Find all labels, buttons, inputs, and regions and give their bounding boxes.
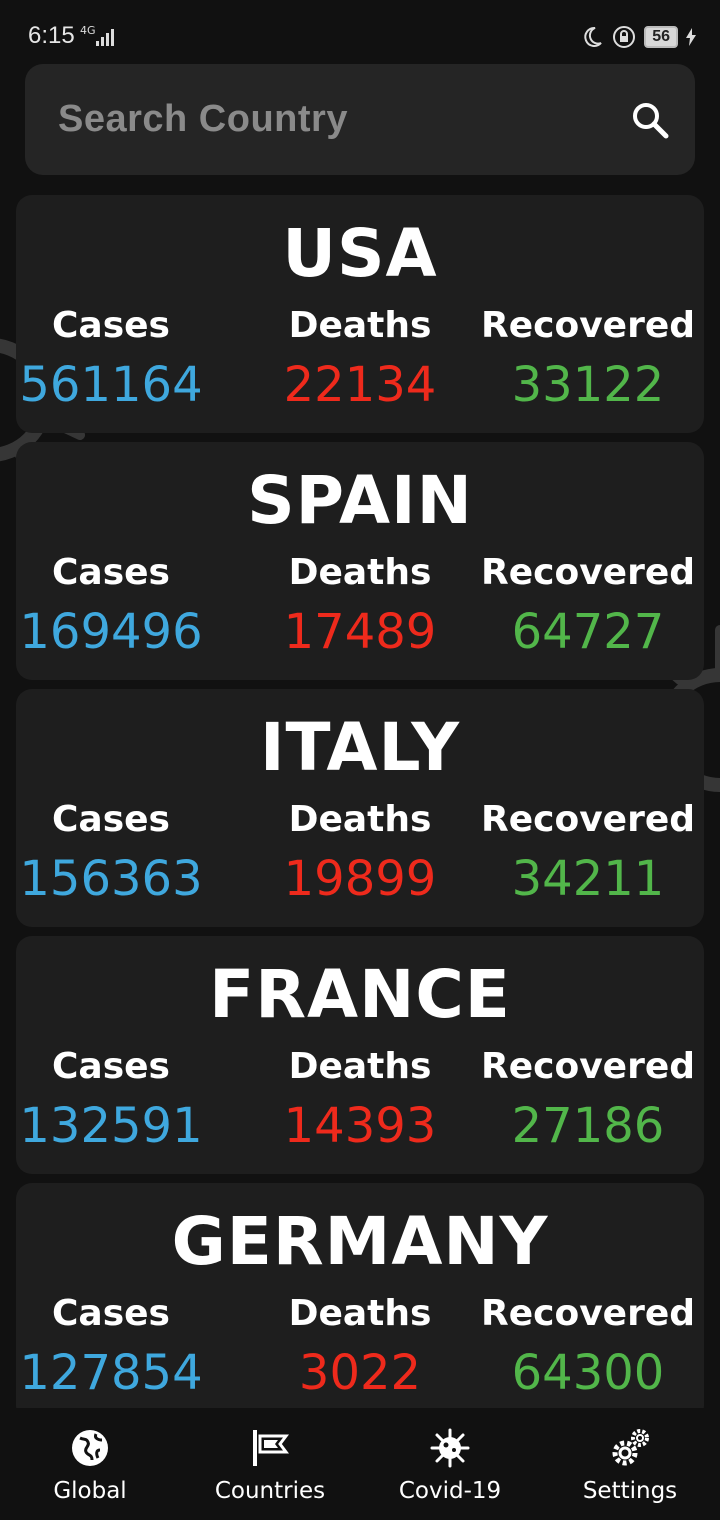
country-card[interactable]: SPAIN Cases Deaths Recovered 169496 1748… — [16, 442, 704, 680]
charging-icon — [686, 28, 696, 46]
nav-label: Countries — [214, 1478, 326, 1504]
signal-icon — [96, 29, 114, 46]
virus-icon — [430, 1428, 470, 1468]
recovered-value: 64300 — [511, 1345, 665, 1401]
nav-label: Covid-19 — [398, 1478, 502, 1504]
deaths-label: Deaths — [288, 1046, 432, 1087]
nav-global[interactable]: Global — [0, 1408, 180, 1520]
country-list[interactable]: USA Cases Deaths Recovered 561164 22134 … — [16, 195, 704, 1408]
deaths-label: Deaths — [288, 799, 432, 840]
deaths-value: 3022 — [298, 1345, 422, 1401]
cases-value: 156363 — [19, 851, 203, 907]
status-right: 56 — [580, 24, 696, 50]
gears-icon — [612, 1429, 649, 1466]
country-name: ITALY — [259, 709, 461, 786]
search-bar[interactable]: Search Country — [25, 64, 695, 175]
deaths-value: 22134 — [283, 357, 437, 413]
country-card[interactable]: GERMANY Cases Deaths Recovered 127854 30… — [16, 1183, 704, 1408]
cases-label: Cases — [52, 1046, 170, 1087]
recovered-label: Recovered — [480, 305, 696, 346]
nav-settings[interactable]: Settings — [540, 1408, 720, 1520]
country-card[interactable]: FRANCE Cases Deaths Recovered 132591 143… — [16, 936, 704, 1174]
moon-icon — [584, 26, 602, 47]
nav-label: Global — [53, 1478, 127, 1504]
recovered-value: 33122 — [511, 357, 665, 413]
recovered-value: 64727 — [511, 604, 665, 660]
recovered-label: Recovered — [480, 1293, 696, 1334]
cases-value: 169496 — [19, 604, 203, 660]
cases-label: Cases — [52, 1293, 170, 1334]
country-name: USA — [282, 215, 438, 292]
globe-icon — [72, 1430, 108, 1466]
recovered-label: Recovered — [480, 552, 696, 593]
cases-label: Cases — [52, 305, 170, 346]
country-card[interactable]: ITALY Cases Deaths Recovered 156363 1989… — [16, 689, 704, 927]
nav-countries[interactable]: Countries — [180, 1408, 360, 1520]
country-card[interactable]: USA Cases Deaths Recovered 561164 22134 … — [16, 195, 704, 433]
search-icon[interactable] — [631, 101, 669, 139]
cases-label: Cases — [52, 799, 170, 840]
recovered-label: Recovered — [480, 799, 696, 840]
flag-icon — [253, 1430, 289, 1466]
deaths-value: 19899 — [283, 851, 437, 907]
deaths-label: Deaths — [288, 552, 432, 593]
battery-level: 56 — [644, 26, 678, 48]
status-time: 6:15 — [28, 22, 75, 49]
recovered-value: 27186 — [511, 1098, 665, 1154]
bottom-nav: Global Countries Covid-19 Settings — [0, 1408, 720, 1520]
recovered-label: Recovered — [480, 1046, 696, 1087]
cases-value: 561164 — [19, 357, 203, 413]
deaths-label: Deaths — [288, 1293, 432, 1334]
nav-covid[interactable]: Covid-19 — [360, 1408, 540, 1520]
cases-value: 127854 — [19, 1345, 203, 1401]
deaths-value: 17489 — [283, 604, 437, 660]
deaths-label: Deaths — [288, 305, 432, 346]
nav-label: Settings — [582, 1478, 678, 1504]
country-name: FRANCE — [209, 956, 511, 1033]
deaths-value: 14393 — [283, 1098, 437, 1154]
status-bar: 6:15 4G 56 — [0, 0, 720, 64]
country-name: SPAIN — [247, 462, 473, 539]
network-type: 4G — [80, 24, 96, 37]
country-name: GERMANY — [171, 1203, 549, 1280]
rotation-lock-icon — [613, 26, 636, 48]
recovered-value: 34211 — [511, 851, 665, 907]
cases-value: 132591 — [19, 1098, 203, 1154]
search-input[interactable]: Search Country — [58, 98, 348, 141]
cases-label: Cases — [52, 552, 170, 593]
